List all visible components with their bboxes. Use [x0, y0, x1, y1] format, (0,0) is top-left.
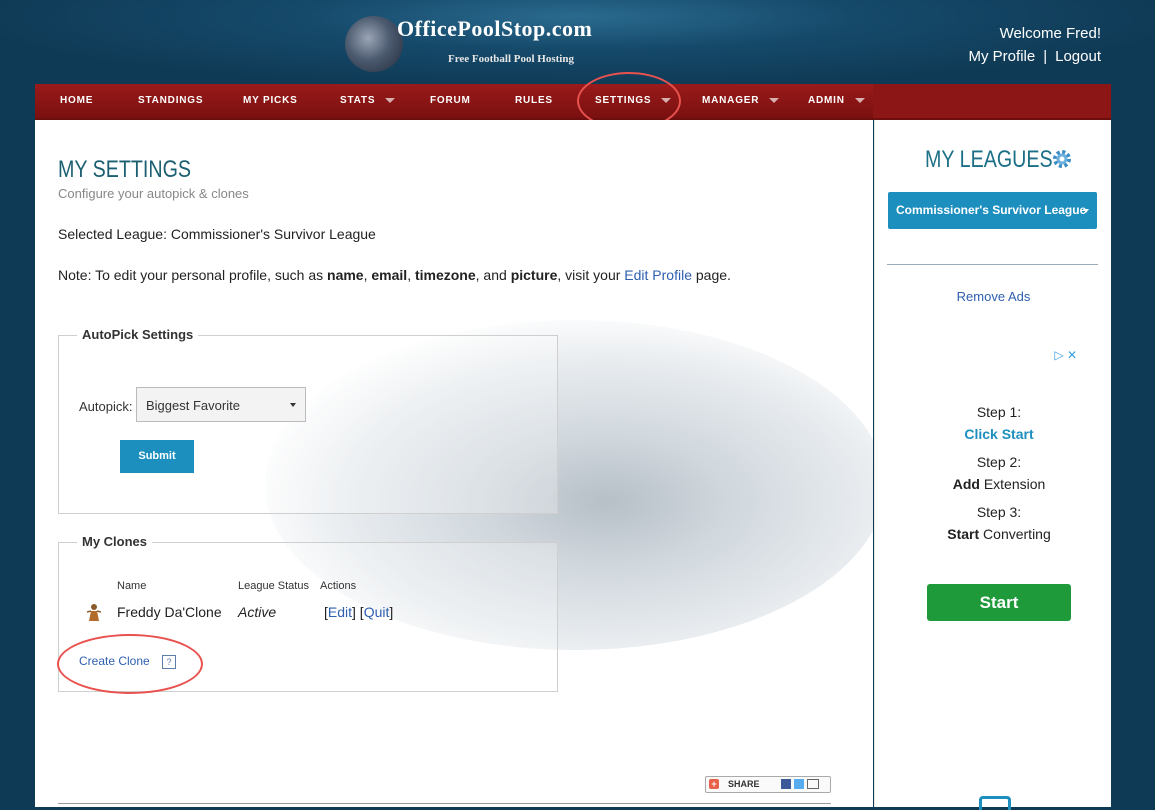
- col-header-name: Name: [117, 580, 147, 592]
- sidebar: MY LEAGUES Commissioner's Survivor Leagu…: [874, 120, 1112, 810]
- ad-step-3-word: Converting: [983, 526, 1051, 542]
- site-header: OfficePoolStop.com Free Football Pool Ho…: [0, 0, 1155, 84]
- clone-status: Active: [238, 604, 277, 620]
- nav-forum-label: FORUM: [430, 95, 471, 106]
- nav-stats-label: STATS: [340, 95, 376, 106]
- ad-step-3: Step 3: Start Converting: [919, 501, 1079, 545]
- main-nav: HOME STANDINGS MY PICKS STATS FORUM RULE…: [35, 84, 1111, 120]
- ad-step-2-word: Extension: [983, 476, 1046, 492]
- twitter-icon[interactable]: [794, 779, 804, 789]
- league-select-button[interactable]: Commissioner's Survivor League: [888, 192, 1097, 229]
- nav-standings-label: STANDINGS: [138, 95, 204, 106]
- note-timezone: timezone: [414, 267, 476, 283]
- link-separator: |: [1043, 48, 1048, 65]
- chevron-down-icon: [385, 97, 396, 103]
- main-content: MY SETTINGS Configure your autopick & cl…: [35, 120, 873, 807]
- sidebar-divider: [887, 264, 1098, 265]
- ad-choices-close-icon[interactable]: ▷ ✕: [1054, 348, 1077, 362]
- chevron-down-icon: [769, 97, 780, 103]
- football-player-logo-icon: [345, 16, 403, 72]
- email-icon[interactable]: [807, 779, 819, 789]
- clone-name: Freddy Da'Clone: [117, 604, 222, 620]
- note-prefix: Note: To edit your personal profile, suc…: [58, 267, 328, 283]
- ad-step-1-word: Start: [1001, 426, 1034, 442]
- league-select-label: Commissioner's Survivor League: [896, 203, 1087, 217]
- clone-avatar-icon: [87, 604, 101, 621]
- note-comma-2: ,: [407, 267, 415, 283]
- nav-admin[interactable]: ADMIN: [808, 84, 865, 118]
- autopick-legend: AutoPick Settings: [77, 327, 199, 342]
- ad-step-3-label: Step 3:: [976, 504, 1022, 520]
- site-logo[interactable]: OfficePoolStop.com Free Football Pool Ho…: [345, 12, 615, 76]
- ad-step-1: Step 1: Click Start: [919, 401, 1079, 445]
- nav-my-picks[interactable]: MY PICKS: [243, 84, 298, 118]
- my-profile-link[interactable]: My Profile: [969, 48, 1036, 65]
- chevron-down-icon: [290, 403, 296, 407]
- profile-note: Note: To edit your personal profile, suc…: [58, 267, 731, 283]
- ad-step-2-label: Step 2:: [976, 454, 1022, 470]
- plus-icon: +: [709, 779, 719, 789]
- ad-step-1-label: Step 1:: [976, 404, 1022, 420]
- ad-logo-icon: [979, 796, 1011, 810]
- clones-legend: My Clones: [77, 534, 153, 549]
- col-header-league-status: League Status: [238, 580, 309, 592]
- nav-admin-label: ADMIN: [808, 95, 845, 106]
- page-title: MY SETTINGS: [58, 156, 192, 183]
- note-name: name: [327, 267, 364, 283]
- autopick-label: Autopick:: [79, 399, 133, 414]
- gear-icon[interactable]: [1052, 149, 1072, 169]
- ad-step-2: Step 2: Add Extension: [919, 451, 1079, 495]
- nav-home-label: HOME: [60, 95, 94, 106]
- submit-button[interactable]: Submit: [120, 440, 194, 473]
- chevron-down-icon: [854, 97, 865, 103]
- logo-title: OfficePoolStop.com: [397, 16, 593, 41]
- create-clone-highlight-circle: [57, 634, 203, 694]
- nav-standings[interactable]: STANDINGS: [138, 84, 203, 118]
- edit-clone-link[interactable]: Edit: [328, 604, 352, 620]
- facebook-icon[interactable]: [781, 779, 791, 789]
- nav-stats[interactable]: STATS: [340, 84, 396, 118]
- nav-forum[interactable]: FORUM: [430, 84, 471, 118]
- note-picture: picture: [510, 267, 558, 283]
- note-suffix: page.: [691, 267, 731, 283]
- logo-tagline: Free Football Pool Hosting: [448, 53, 574, 65]
- nav-home[interactable]: HOME: [60, 84, 93, 118]
- welcome-text: Welcome Fred!: [999, 25, 1101, 42]
- logout-link[interactable]: Logout: [1055, 48, 1101, 65]
- clone-actions: [Edit] [Quit]: [324, 604, 394, 620]
- note-visit: , visit your: [557, 267, 625, 283]
- ad-step-1-action: Click: [964, 426, 998, 442]
- note-and: , and: [475, 267, 511, 283]
- autopick-settings-box: AutoPick Settings Autopick: Biggest Favo…: [58, 327, 558, 514]
- selected-league-text: Selected League: Commissioner's Survivor…: [58, 226, 376, 242]
- ad-step-3-action: Start: [947, 526, 980, 542]
- note-email: email: [371, 267, 408, 283]
- user-links: My Profile | Logout: [969, 48, 1101, 65]
- autopick-select-value: Biggest Favorite: [146, 398, 240, 413]
- footer-divider: [58, 803, 831, 804]
- advertisement: ▷ ✕ Step 1: Click Start Step 2: Add Exte…: [919, 348, 1079, 810]
- ad-start-button[interactable]: Start: [927, 584, 1071, 621]
- remove-ads-link[interactable]: Remove Ads: [875, 289, 1112, 304]
- page-subtitle: Configure your autopick & clones: [58, 186, 249, 201]
- nav-my-picks-label: MY PICKS: [243, 95, 298, 106]
- my-leagues-title: MY LEAGUES: [925, 146, 1053, 173]
- nav-manager-label: MANAGER: [702, 95, 760, 106]
- autopick-select[interactable]: Biggest Favorite: [136, 387, 306, 422]
- quit-clone-link[interactable]: Quit: [364, 604, 390, 620]
- nav-rules-label: RULES: [515, 95, 553, 106]
- col-header-actions: Actions: [320, 580, 357, 592]
- chevron-down-icon: [1083, 209, 1089, 213]
- nav-bar-inner: HOME STANDINGS MY PICKS STATS FORUM RULE…: [35, 84, 873, 118]
- share-button[interactable]: + SHARE: [705, 776, 831, 793]
- nav-manager[interactable]: MANAGER: [702, 84, 780, 118]
- edit-profile-link[interactable]: Edit Profile: [624, 267, 692, 283]
- share-label: SHARE: [728, 779, 760, 789]
- ad-step-2-action: Add: [952, 476, 980, 492]
- nav-rules[interactable]: RULES: [515, 84, 553, 118]
